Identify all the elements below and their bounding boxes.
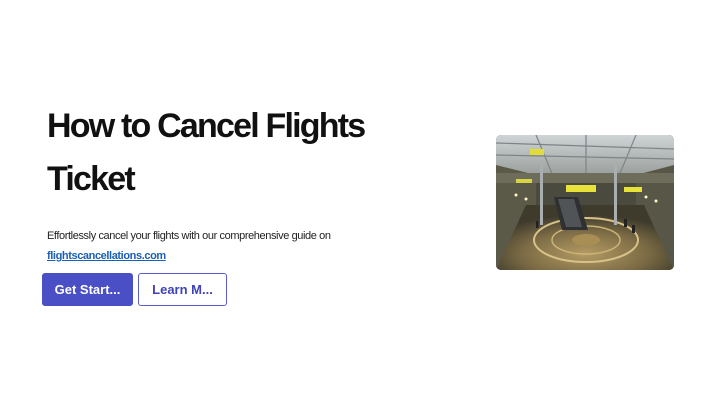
title-line-1: How to Cancel Flights xyxy=(47,107,366,145)
description-text: Effortlessly cancel your flights with ou… xyxy=(47,230,331,242)
airport-terminal-image xyxy=(496,135,674,270)
learn-more-button[interactable]: Learn M... xyxy=(138,273,227,306)
slide: How to Cancel Flights Ticket Effortlessl… xyxy=(0,0,720,405)
page-title: How to Cancel Flights Ticket xyxy=(47,100,467,206)
get-started-button[interactable]: Get Start... xyxy=(42,273,133,306)
title-line-2: Ticket xyxy=(47,160,136,198)
website-link[interactable]: flightscancellations.com xyxy=(47,250,166,262)
description: Effortlessly cancel your flights with ou… xyxy=(47,226,427,266)
